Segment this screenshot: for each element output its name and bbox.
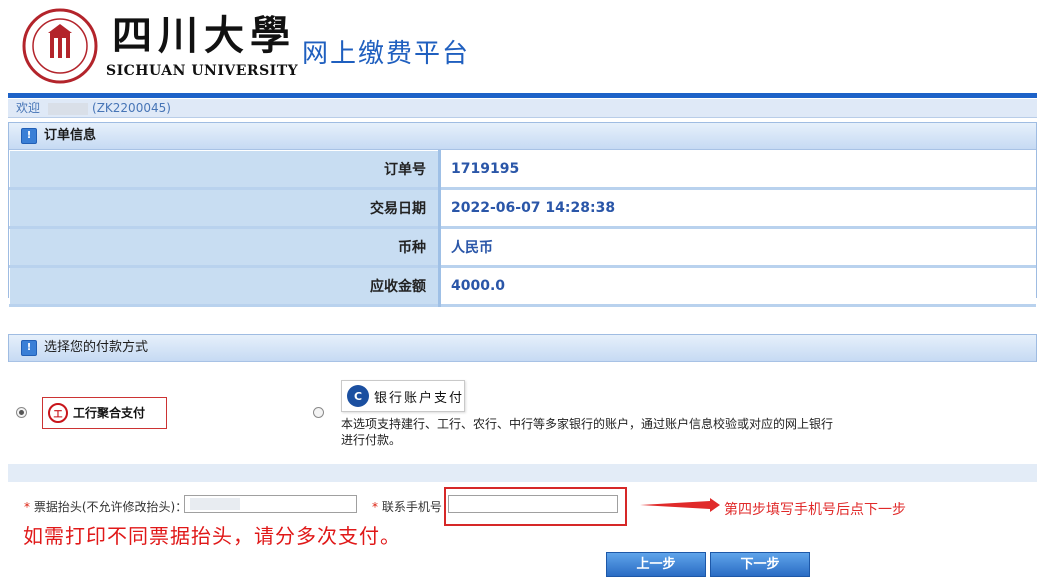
- bank-logo-icon: C: [347, 385, 369, 407]
- bank-account-description: 本选项支持建行、工行、农行、中行等多家银行的账户，通过账户信息校验或对应的网上银…: [341, 417, 834, 447]
- order-number-label: 订单号: [9, 150, 441, 189]
- icbc-logo-icon: 工: [48, 403, 68, 423]
- bank-account-radio[interactable]: [313, 407, 324, 418]
- amount-label: 应收金额: [9, 266, 441, 306]
- university-seal-icon: [22, 8, 98, 84]
- trade-date-value: 2022-06-07 14:28:38: [439, 188, 1036, 228]
- table-row: 应收金额 4000.0: [9, 266, 1036, 306]
- university-name-cn: 四川大學: [112, 12, 296, 59]
- order-table: 订单号 1719195 交易日期 2022-06-07 14:28:38 币种 …: [9, 150, 1036, 307]
- prev-step-button[interactable]: 上一步: [606, 552, 706, 577]
- header-divider: [8, 93, 1037, 98]
- bank-account-pay-option[interactable]: C 银行账户支付: [341, 380, 465, 412]
- table-row: 交易日期 2022-06-07 14:28:38: [9, 188, 1036, 228]
- welcome-prefix: 欢迎: [16, 101, 41, 115]
- invoice-title-label: * 票据抬头(不允许修改抬头)：: [24, 500, 188, 514]
- invoice-note: 如需打印不同票据抬头，请分多次支付。: [23, 524, 401, 548]
- welcome-user-id: (ZK2200045): [92, 101, 171, 115]
- payment-method-header: ! 选择您的付款方式: [9, 335, 1036, 362]
- invoice-title-input[interactable]: [184, 495, 357, 513]
- next-step-button[interactable]: 下一步: [710, 552, 810, 577]
- amount-value: 4000.0: [439, 266, 1036, 306]
- divider-strip: [8, 464, 1037, 482]
- step-hint-text: 第四步填写手机号后点下一步: [724, 502, 906, 518]
- order-info-title: 订单信息: [44, 128, 97, 143]
- payment-method-panel: ! 选择您的付款方式: [8, 334, 1037, 362]
- payment-options: 工 工行聚合支付 C 银行账户支付 本选项支持建行、工行、农行、中行等多家银行的…: [8, 362, 1037, 464]
- platform-title: 网上缴费平台: [302, 39, 471, 69]
- table-row: 币种 人民币: [9, 227, 1036, 267]
- currency-label: 币种: [9, 227, 441, 267]
- button-bar: 上一步 下一步: [8, 548, 1037, 584]
- payment-method-title: 选择您的付款方式: [44, 340, 149, 355]
- bank-account-pay-label: 银行账户支付: [374, 390, 465, 406]
- redacted-name: [48, 102, 89, 115]
- order-info-panel: ! 订单信息 订单号 1719195 交易日期 2022-06-07 14:28…: [8, 122, 1037, 306]
- phone-input[interactable]: [448, 495, 618, 513]
- trade-date-label: 交易日期: [9, 188, 441, 228]
- phone-label: * 联系手机号：: [372, 500, 454, 514]
- site-header: 四川大學 SICHUAN UNIVERSITY 网上缴费平台: [0, 0, 1037, 94]
- redacted-invoice-title: [190, 497, 240, 510]
- info-icon: !: [21, 340, 37, 356]
- icbc-pay-option[interactable]: 工 工行聚合支付: [42, 397, 167, 429]
- order-number-value: 1719195: [439, 150, 1036, 189]
- university-name-en: SICHUAN UNIVERSITY: [106, 63, 299, 79]
- arrow-left-icon: [640, 498, 720, 512]
- order-info-header: ! 订单信息: [9, 123, 1036, 150]
- icbc-pay-label: 工行聚合支付: [73, 406, 146, 420]
- welcome-bar: 欢迎 (ZK2200045): [8, 99, 1037, 118]
- table-row: 订单号 1719195: [9, 150, 1036, 189]
- icbc-radio[interactable]: [16, 407, 27, 418]
- info-icon: !: [21, 128, 37, 144]
- invoice-form: * 票据抬头(不允许修改抬头)： * 联系手机号： 第四步填写手机号后点下一步 …: [8, 482, 1037, 548]
- currency-value: 人民币: [439, 227, 1036, 267]
